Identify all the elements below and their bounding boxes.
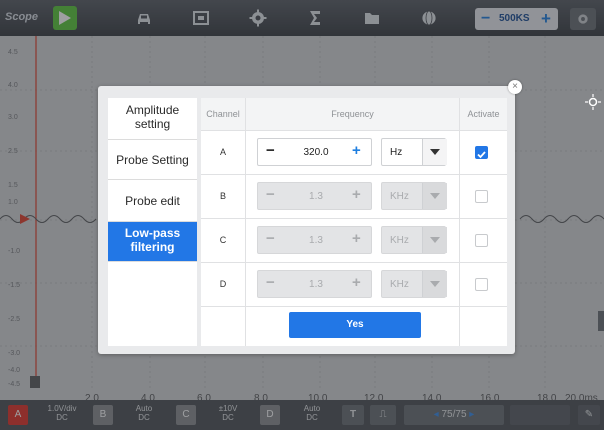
- decrease-frequency-button: −: [266, 230, 275, 247]
- frequency-stepper-c: − 1.3 +: [257, 226, 372, 254]
- unit-select-b: KHz: [381, 182, 447, 210]
- unit-select-c: KHz: [381, 226, 447, 254]
- unit-select-a[interactable]: Hz: [381, 138, 447, 166]
- frequency-stepper-b: − 1.3 +: [257, 182, 372, 210]
- row-channel-label: D: [219, 279, 227, 289]
- activate-checkbox-b[interactable]: [475, 190, 488, 203]
- activate-checkbox-a[interactable]: [475, 146, 488, 159]
- sidebar-item-amplitude[interactable]: Amplitude setting: [108, 98, 197, 140]
- sidebar-item-low-pass[interactable]: Low-pass filtering: [108, 222, 197, 262]
- frequency-stepper-d: − 1.3 +: [257, 270, 372, 298]
- unit-value: KHz: [390, 191, 409, 202]
- activate-checkbox-c[interactable]: [475, 234, 488, 247]
- increase-frequency-button: +: [352, 230, 361, 247]
- chevron-down-icon: [422, 183, 447, 209]
- unit-value: KHz: [390, 279, 409, 290]
- frequency-value: 1.3: [309, 279, 323, 290]
- filter-table: Channel Frequency Activate A − 320.0 + H…: [201, 98, 507, 346]
- frequency-stepper-a: − 320.0 +: [257, 138, 372, 166]
- yes-button[interactable]: Yes: [289, 312, 421, 338]
- column-header-channel: Channel: [201, 98, 245, 130]
- chevron-down-icon: [422, 227, 447, 253]
- activate-checkbox-d[interactable]: [475, 278, 488, 291]
- close-dialog-button[interactable]: ×: [508, 80, 522, 94]
- increase-frequency-button[interactable]: +: [352, 142, 361, 159]
- frequency-value[interactable]: 320.0: [294, 147, 338, 158]
- unit-value: KHz: [390, 235, 409, 246]
- row-channel-label: C: [219, 235, 227, 245]
- column-header-activate: Activate: [460, 98, 507, 130]
- decrease-frequency-button: −: [266, 186, 275, 203]
- chevron-down-icon[interactable]: [422, 139, 447, 165]
- row-channel-label: A: [219, 147, 226, 157]
- unit-select-d: KHz: [381, 270, 447, 298]
- settings-sidebar: Amplitude setting Probe Setting Probe ed…: [108, 98, 197, 346]
- sidebar-item-probe-edit[interactable]: Probe edit: [108, 180, 197, 222]
- decrease-frequency-button: −: [266, 274, 275, 291]
- column-header-frequency: Frequency: [246, 98, 459, 130]
- check-icon: [477, 151, 486, 159]
- row-channel-label: B: [219, 191, 226, 201]
- frequency-value: 1.3: [309, 235, 323, 246]
- brightness-icon[interactable]: [585, 94, 601, 110]
- chevron-down-icon: [422, 271, 447, 297]
- sidebar-item-probe-setting[interactable]: Probe Setting: [108, 140, 197, 180]
- decrease-frequency-button[interactable]: −: [266, 142, 275, 159]
- increase-frequency-button: +: [352, 186, 361, 203]
- unit-value: Hz: [390, 147, 403, 158]
- frequency-value: 1.3: [309, 191, 323, 202]
- increase-frequency-button: +: [352, 274, 361, 291]
